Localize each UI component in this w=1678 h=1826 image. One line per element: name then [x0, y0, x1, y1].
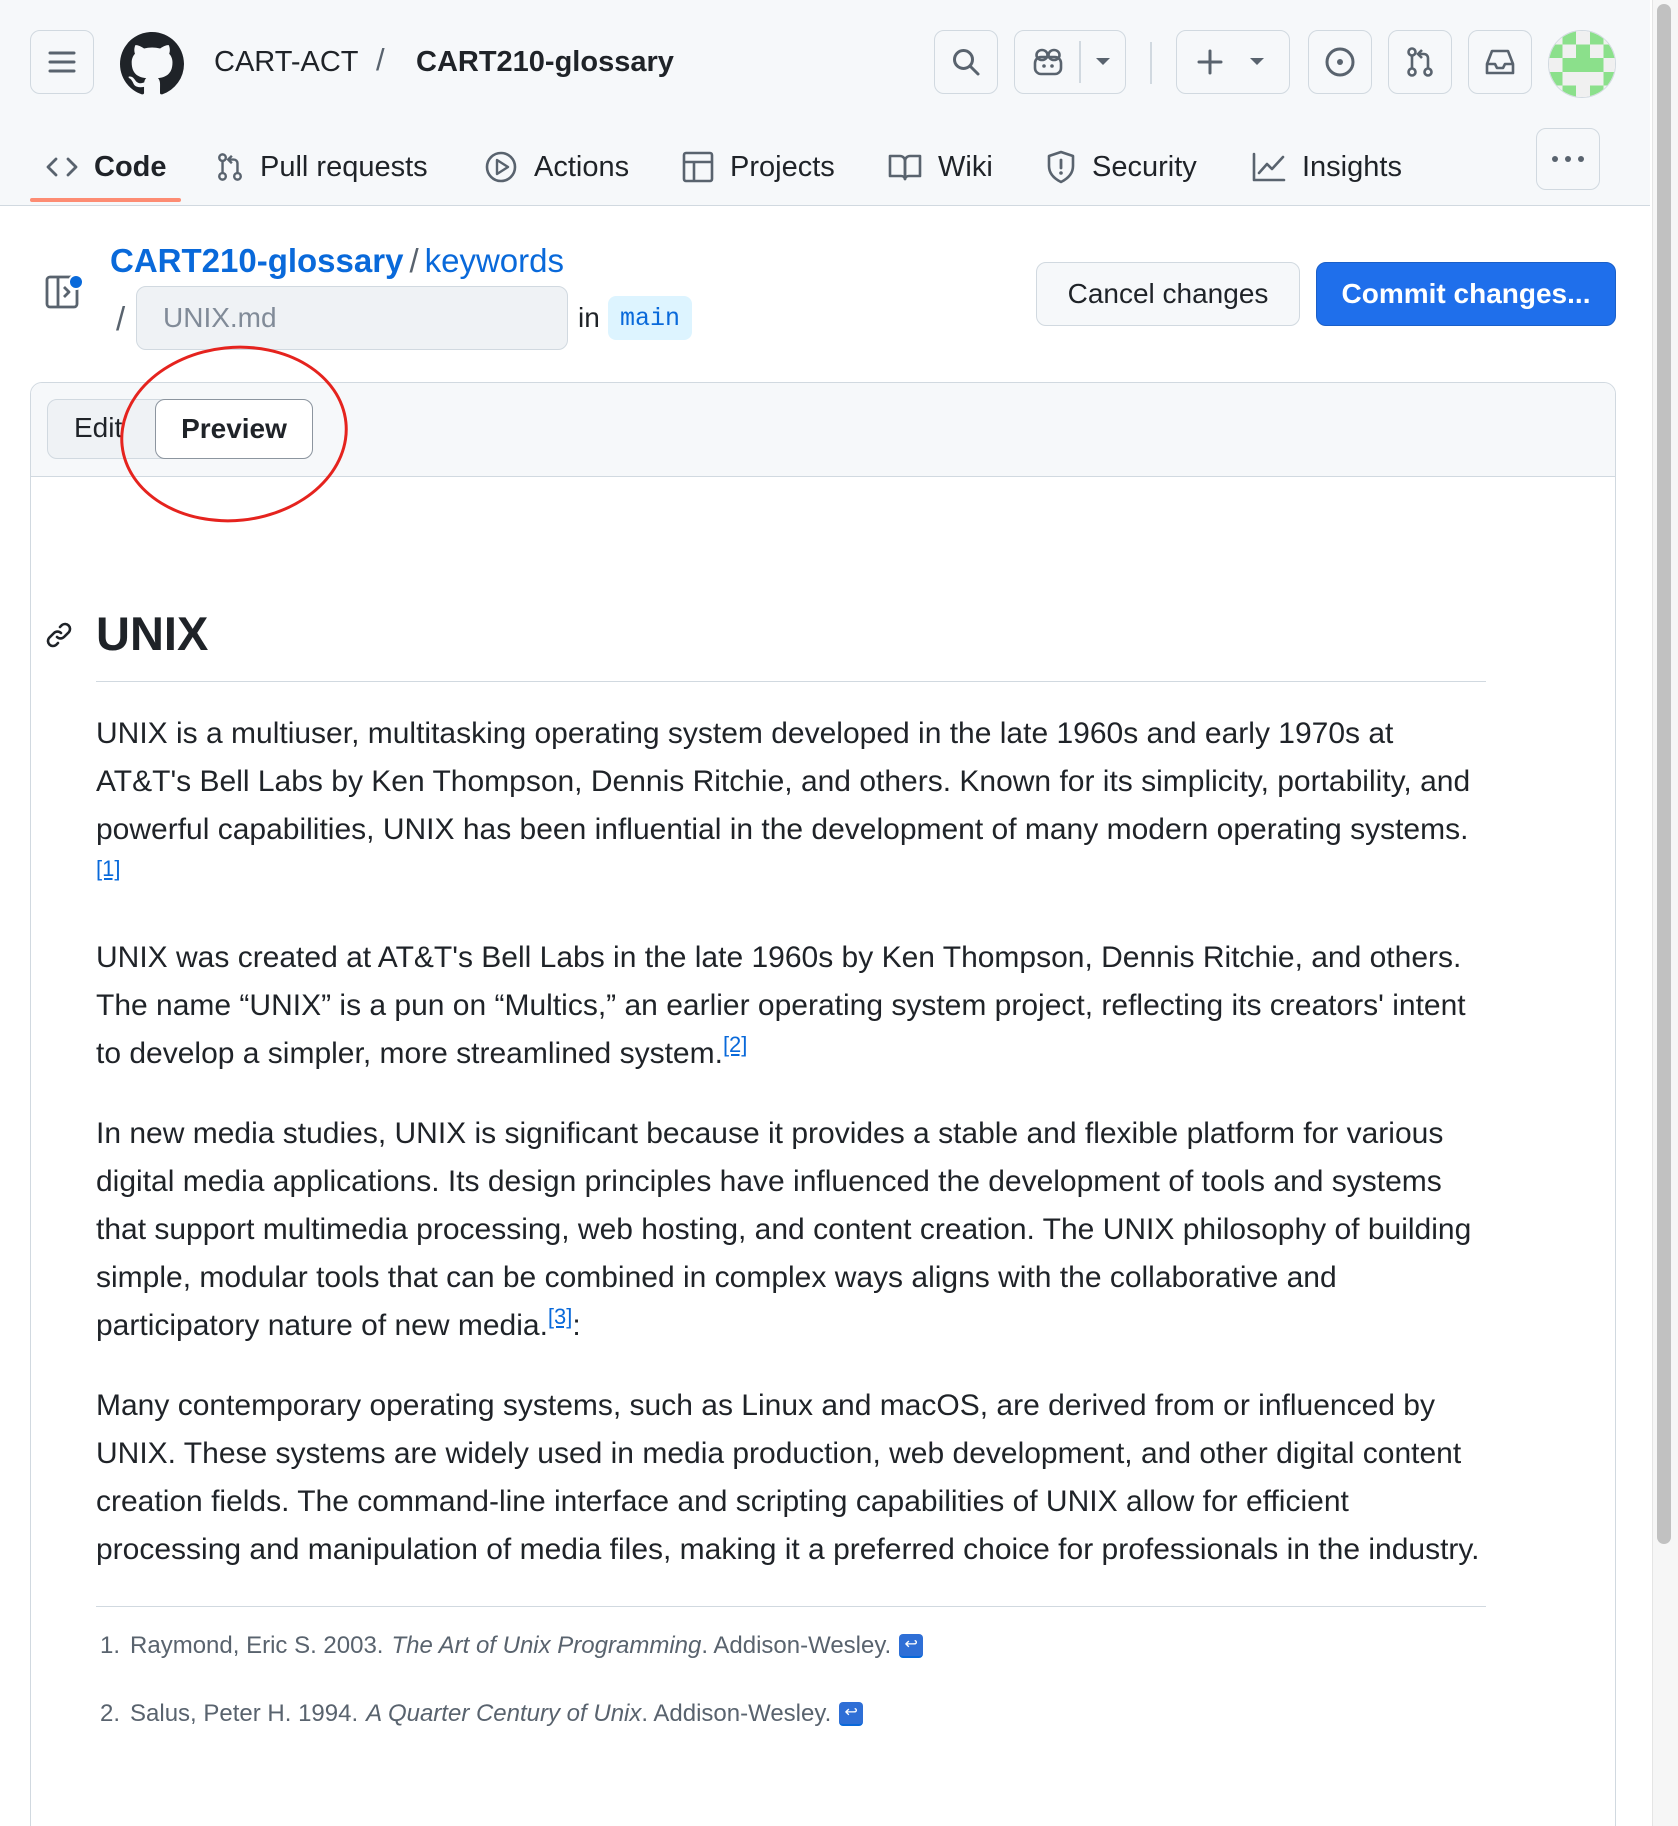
scrollbar-thumb[interactable]: [1657, 4, 1671, 1544]
footnote-text: . Addison-Wesley.: [701, 1632, 892, 1659]
paragraph: Many contemporary operating systems, suc…: [96, 1382, 1486, 1574]
footnote-text: Raymond, Eric S. 2003.: [130, 1632, 384, 1659]
heading: UNIX: [46, 600, 1486, 682]
footnotes-divider: [96, 1606, 1486, 1607]
tab-projects[interactable]: Projects: [682, 128, 835, 206]
paragraph-text: UNIX is a multiuser, multitasking operat…: [96, 717, 1471, 846]
chevron-down-icon: [1250, 58, 1264, 65]
graph-icon: [1252, 152, 1286, 182]
breadcrumb-separator: /: [376, 42, 385, 77]
breadcrumb-repo[interactable]: CART210-glossary: [416, 46, 674, 79]
footnote-ref[interactable]: [1]: [96, 856, 120, 881]
issues-button[interactable]: [1308, 30, 1372, 94]
paragraph: UNIX is a multiuser, multitasking operat…: [96, 710, 1486, 902]
footnote-title: The Art of Unix Programming: [391, 1632, 702, 1659]
breadcrumb-separator: /: [116, 300, 126, 337]
search-button[interactable]: [934, 30, 998, 94]
repo-tabs: Code Pull requests Actions Projects Wiki…: [0, 128, 1650, 206]
paragraph: UNIX was created at AT&T's Bell Labs in …: [96, 934, 1486, 1078]
copilot-icon: [1033, 48, 1063, 76]
file-breadcrumb: CART210-glossary / keywords: [110, 242, 564, 280]
markdown-preview: UNIX UNIX is a multiuser, multitasking o…: [46, 600, 1486, 1765]
tab-label: Insights: [1302, 150, 1402, 183]
tab-label: Actions: [534, 150, 630, 183]
pull-requests-button[interactable]: [1388, 30, 1452, 94]
footnote-item: 2. Salus, Peter H. 1994. A Quarter Centu…: [96, 1697, 1486, 1731]
play-circle-icon: [485, 151, 517, 183]
inbox-button[interactable]: [1468, 30, 1532, 94]
tab-insights[interactable]: Insights: [1252, 128, 1402, 206]
plus-icon: [1197, 49, 1223, 75]
in-label: in: [578, 302, 600, 333]
footnote-ref[interactable]: [3]: [548, 1304, 572, 1329]
copilot-button[interactable]: [1014, 30, 1126, 94]
header-divider: [1150, 42, 1152, 84]
tab-code[interactable]: Code: [46, 128, 167, 206]
return-icon[interactable]: ↩: [839, 1702, 864, 1726]
tab-wiki[interactable]: Wiki: [888, 128, 993, 206]
hamburger-icon: [48, 51, 76, 73]
paragraph: In new media studies, UNIX is significan…: [96, 1110, 1486, 1350]
footnote-number: 2.: [100, 1700, 121, 1727]
tab-label: Security: [1092, 150, 1197, 183]
more-options-button[interactable]: [1536, 128, 1600, 190]
code-icon: [46, 157, 78, 177]
menu-button[interactable]: [30, 30, 94, 94]
paragraph-text: Many contemporary operating systems, suc…: [96, 1389, 1480, 1566]
heading-text: UNIX: [96, 607, 209, 660]
tab-pull-requests[interactable]: Pull requests: [216, 128, 428, 206]
tab-label: Projects: [730, 150, 835, 183]
tab-preview[interactable]: Preview: [155, 399, 313, 459]
tab-label: Wiki: [938, 150, 993, 183]
tab-label: Pull requests: [260, 150, 428, 183]
footnote-text: Salus, Peter H. 1994.: [130, 1700, 359, 1727]
tab-label: Code: [94, 150, 167, 183]
kebab-horizontal-icon: [1552, 156, 1584, 162]
book-icon: [888, 154, 922, 181]
active-tab-indicator: [30, 198, 181, 202]
footnotes-list: 1. Raymond, Eric S. 2003. The Art of Uni…: [96, 1629, 1486, 1731]
create-new-button[interactable]: [1176, 30, 1290, 94]
paragraph-text: In new media studies, UNIX is significan…: [96, 1117, 1472, 1342]
footnote-item: 1. Raymond, Eric S. 2003. The Art of Uni…: [96, 1629, 1486, 1663]
footnote-title: A Quarter Century of Unix: [366, 1700, 642, 1727]
shield-icon: [1047, 150, 1075, 184]
filename-input[interactable]: UNIX.md: [136, 286, 568, 350]
chevron-down-icon[interactable]: [1095, 57, 1111, 67]
issue-opened-icon: [1325, 47, 1355, 77]
breadcrumb-repo-link[interactable]: CART210-glossary: [110, 242, 403, 279]
breadcrumb-folder-link[interactable]: keywords: [425, 242, 564, 279]
git-pull-request-icon: [1407, 47, 1433, 77]
breadcrumb-separator: /: [409, 242, 419, 279]
user-avatar[interactable]: [1548, 30, 1616, 98]
footnote-ref[interactable]: [2]: [723, 1032, 747, 1057]
inbox-icon: [1485, 49, 1515, 75]
github-logo-icon[interactable]: [120, 32, 184, 96]
tab-edit[interactable]: Edit: [74, 412, 122, 444]
tab-security[interactable]: Security: [1046, 128, 1197, 206]
paragraph-tail: :: [572, 1309, 581, 1342]
commit-changes-button[interactable]: Commit changes...: [1316, 262, 1616, 326]
return-icon[interactable]: ↩: [899, 1634, 924, 1658]
editor-toolbar: Edit Preview: [31, 383, 1615, 477]
search-icon: [953, 49, 980, 76]
footnote-text: . Addison-Wesley.: [641, 1700, 832, 1727]
breadcrumb-owner[interactable]: CART-ACT: [214, 46, 358, 79]
cancel-changes-button[interactable]: Cancel changes: [1036, 262, 1300, 326]
link-icon[interactable]: [44, 620, 74, 650]
branch-badge: main: [608, 296, 693, 340]
notification-dot: [68, 274, 84, 290]
footnote-number: 1.: [100, 1632, 121, 1659]
git-pull-request-icon: [218, 153, 242, 181]
identicon-icon: [1549, 31, 1615, 97]
tab-actions[interactable]: Actions: [484, 128, 629, 206]
paragraph-text: UNIX was created at AT&T's Bell Labs in …: [96, 941, 1466, 1070]
repo-header: CART-ACT / CART210-glossary Code Pull re…: [0, 0, 1650, 206]
table-icon: [682, 151, 714, 183]
